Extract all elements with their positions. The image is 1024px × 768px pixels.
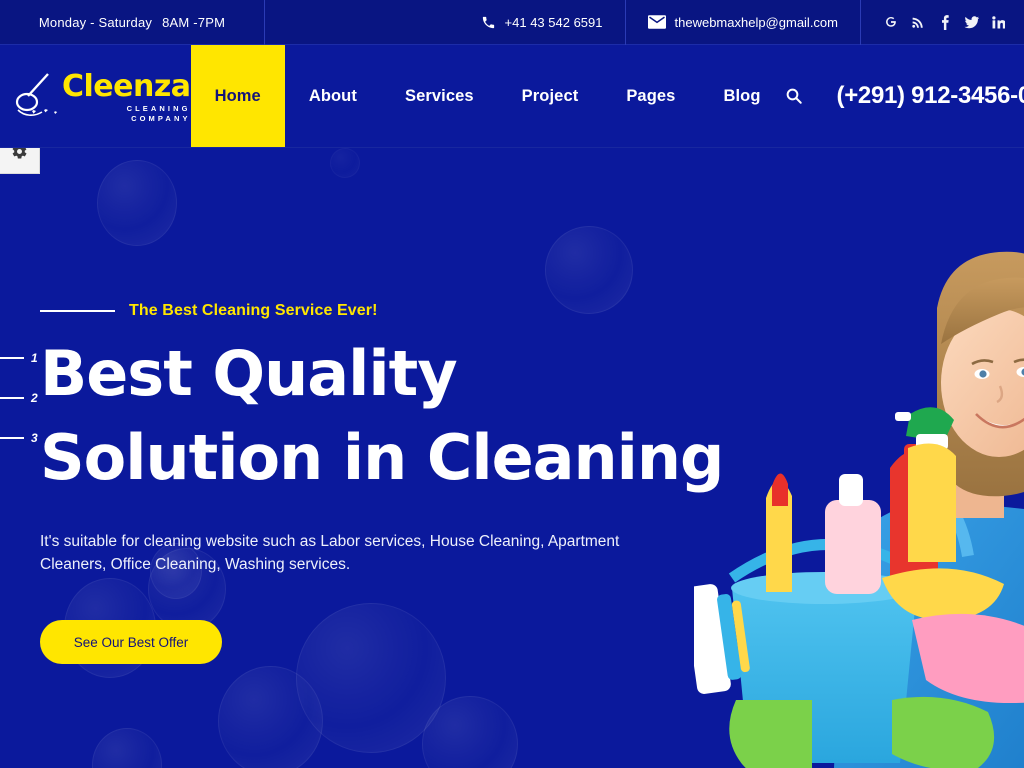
mop-icon xyxy=(14,70,60,122)
eyebrow-line xyxy=(40,310,115,312)
hero-description: It's suitable for cleaning website such … xyxy=(40,533,620,573)
slider-dot-3[interactable]: 3 xyxy=(0,431,38,445)
nav-item-services[interactable]: Services xyxy=(381,45,498,147)
facebook-icon[interactable] xyxy=(937,14,952,30)
topbar-email[interactable]: thewebmaxhelp@gmail.com xyxy=(624,0,861,45)
hero-eyebrow: The Best Cleaning Service Ever! xyxy=(129,302,378,319)
bubble xyxy=(97,160,177,246)
business-hours-days: Monday - Saturday xyxy=(38,14,153,30)
search-icon[interactable] xyxy=(785,87,803,105)
nav-item-project[interactable]: Project xyxy=(498,45,603,147)
landing-page: Monday - Saturday 8AM -7PM +41 43 542 65… xyxy=(0,0,1024,768)
google-icon[interactable] xyxy=(883,15,898,30)
slider-dot-1[interactable]: 1 xyxy=(0,351,38,365)
bubble xyxy=(545,226,633,314)
hero-heading-line-2: Solution in Cleaning xyxy=(40,421,724,494)
hero-heading-line-1: Best Quality xyxy=(40,337,458,410)
nav-menu: Home About Services Project Pages Blog xyxy=(190,45,785,147)
bubble xyxy=(218,666,323,768)
brand-name: Cleenza xyxy=(62,69,191,104)
topbar-email-label: thewebmaxhelp@gmail.com xyxy=(674,14,839,30)
hero-section: The Best Cleaning Service Ever! Best Qua… xyxy=(0,148,1024,768)
nav-item-pages[interactable]: Pages xyxy=(602,45,699,147)
rss-icon[interactable] xyxy=(910,15,925,30)
slider-pagination: 1 2 3 xyxy=(0,351,38,445)
nav-item-about[interactable]: About xyxy=(285,45,381,147)
topbar-phone-label: +41 43 542 6591 xyxy=(504,14,603,30)
navbar-right: (+291) 912-3456-073 xyxy=(785,45,1024,147)
slider-dash xyxy=(0,357,24,359)
hero-eyebrow-row: The Best Cleaning Service Ever! xyxy=(40,302,1024,320)
phone-icon xyxy=(481,15,496,30)
brand-tagline-1: CLEANING xyxy=(126,104,191,113)
slider-number: 3 xyxy=(31,431,38,445)
brand-logo[interactable]: Cleenza CLEANING COMPANY xyxy=(0,45,191,147)
bubble xyxy=(92,728,162,768)
see-our-best-offer-button[interactable]: See Our Best Offer xyxy=(40,620,222,664)
twitter-icon[interactable] xyxy=(964,15,979,30)
slider-dot-2[interactable]: 2 xyxy=(0,391,38,405)
social-links xyxy=(861,0,1024,45)
business-hours-time: 8AM -7PM xyxy=(162,14,226,30)
navbar-phone[interactable]: (+291) 912-3456-073 xyxy=(837,82,1024,110)
hero-heading: Best Quality Solution in Cleaning xyxy=(40,332,1024,500)
hero-content: The Best Cleaning Service Ever! Best Qua… xyxy=(0,302,1024,664)
slider-number: 1 xyxy=(31,351,38,365)
linkedin-icon[interactable] xyxy=(991,15,1006,30)
slider-number: 2 xyxy=(31,391,38,405)
brand-tagline-2: COMPANY xyxy=(131,113,191,123)
top-info-bar: Monday - Saturday 8AM -7PM +41 43 542 65… xyxy=(0,0,1024,45)
nav-item-home[interactable]: Home xyxy=(190,45,285,147)
slider-dash xyxy=(0,397,24,399)
envelope-icon xyxy=(647,15,666,29)
topbar-phone[interactable]: +41 43 542 6591 xyxy=(459,0,625,45)
nav-item-blog[interactable]: Blog xyxy=(699,45,784,147)
slider-dash xyxy=(0,437,24,439)
bubble xyxy=(330,148,360,178)
business-hours: Monday - Saturday 8AM -7PM xyxy=(0,0,265,45)
main-navbar: Cleenza CLEANING COMPANY Home About Serv… xyxy=(0,45,1024,148)
